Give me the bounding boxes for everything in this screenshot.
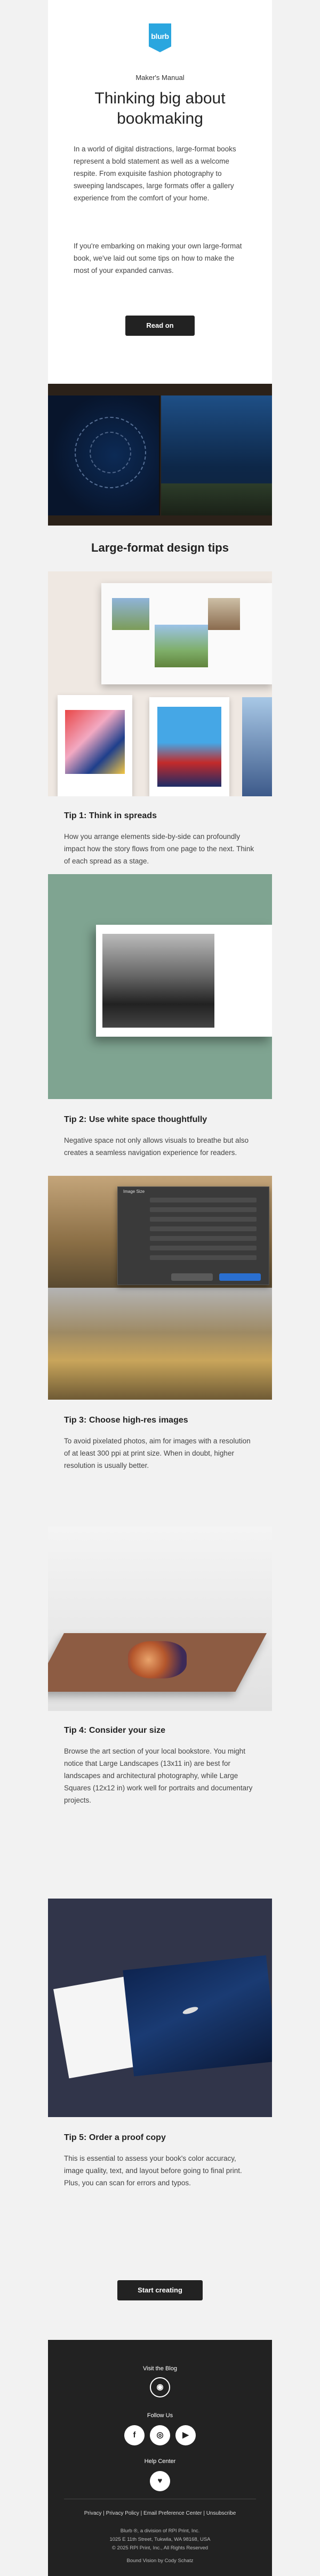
print-card (58, 695, 132, 796)
cover-photo (128, 1641, 187, 1678)
visit-blog-label[interactable]: Visit the Blog (48, 2365, 272, 2372)
dialog-ok-button (219, 1273, 261, 1281)
footer-credit: Bound Vision by Cody Schatz (126, 2558, 194, 2564)
image-size-dialog: Image Size (117, 1186, 269, 1285)
tip4-body: Browse the art section of your local boo… (64, 1747, 253, 1804)
spread-photo (155, 625, 208, 667)
email-container: blurb Maker's Manual Thinking big about … (48, 0, 272, 2576)
book-left-page (48, 395, 160, 515)
image-bottom-half (48, 1288, 272, 1400)
footer-copyright: © 2025 RPI Print, Inc., All Rights Reser… (111, 2545, 209, 2551)
read-on-button[interactable]: Read on (125, 316, 195, 336)
footer-links[interactable]: Privacy | Privacy Policy | Email Prefere… (48, 2510, 272, 2516)
footer-address-2: 1025 E 11th Street, Tukwila, WA 98168, U… (109, 2537, 211, 2542)
tip4-title: Tip 4: Consider your size (64, 1726, 165, 1735)
footer-address-1: Blurb ®, a division of RPI Print, Inc. (120, 2528, 200, 2534)
tip1-body: How you arrange elements side-by-side ca… (64, 833, 254, 865)
print-card (149, 697, 229, 796)
tip3-image[interactable]: Image Size (48, 1176, 272, 1400)
footer: Visit the Blog ◉ Follow Us f ◎ ▶ Help Ce… (48, 2340, 272, 2576)
dialog-row (150, 1207, 257, 1212)
book-right-page (161, 395, 272, 515)
tip5-body: This is essential to assess your book's … (64, 2154, 242, 2187)
dialog-row (150, 1246, 257, 1250)
dialog-cancel-button (171, 1273, 213, 1281)
tip1-image[interactable] (48, 571, 272, 796)
tip1-title: Tip 1: Think in spreads (64, 811, 157, 820)
tip3-body: To avoid pixelated photos, aim for image… (64, 1437, 251, 1469)
tip5-title: Tip 5: Order a proof copy (64, 2133, 166, 2142)
rss-icon[interactable]: ◉ (150, 2377, 170, 2397)
tip5-image[interactable] (48, 1899, 272, 2117)
heart-icon[interactable]: ♥ (150, 2471, 170, 2491)
hero-paragraph-1: In a world of digital distractions, larg… (74, 145, 236, 202)
print-card (242, 697, 272, 796)
follow-us-label: Follow Us (147, 2412, 173, 2419)
spread-photo (112, 598, 149, 630)
tip2-title: Tip 2: Use white space thoughtfully (64, 1115, 207, 1124)
help-center-label[interactable]: Help Center (48, 2458, 272, 2465)
dialog-row (150, 1226, 257, 1231)
hero-kicker: Maker's Manual (135, 74, 185, 82)
proof-print (123, 1955, 272, 2077)
dialog-row (150, 1198, 257, 1202)
hero-section: blurb Maker's Manual Thinking big about … (48, 0, 272, 384)
hero-title: Thinking big about bookmaking (94, 90, 226, 127)
dialog-title: Image Size (123, 1189, 145, 1194)
blurb-logo[interactable]: blurb (149, 23, 171, 52)
youtube-icon[interactable]: ▶ (175, 2425, 196, 2445)
tip2-body: Negative space not only allows visuals t… (64, 1136, 249, 1157)
dialog-row (150, 1217, 257, 1222)
logo-text: blurb (151, 32, 169, 41)
tip4-image[interactable] (48, 1527, 272, 1711)
tip3-title: Tip 3: Choose high-res images (64, 1416, 188, 1425)
dialog-row (150, 1236, 257, 1241)
section-title: Large-format design tips (91, 541, 229, 554)
hero-book-image[interactable] (48, 384, 272, 526)
instagram-icon[interactable]: ◎ (150, 2425, 170, 2445)
start-creating-button[interactable]: Start creating (117, 2280, 203, 2300)
spread-photo (208, 598, 240, 630)
hero-paragraph-2: If you're embarking on making your own l… (74, 242, 242, 274)
facebook-icon[interactable]: f (124, 2425, 145, 2445)
bw-photo (102, 934, 214, 1028)
tip2-image[interactable] (48, 874, 272, 1099)
dialog-row (150, 1255, 257, 1260)
